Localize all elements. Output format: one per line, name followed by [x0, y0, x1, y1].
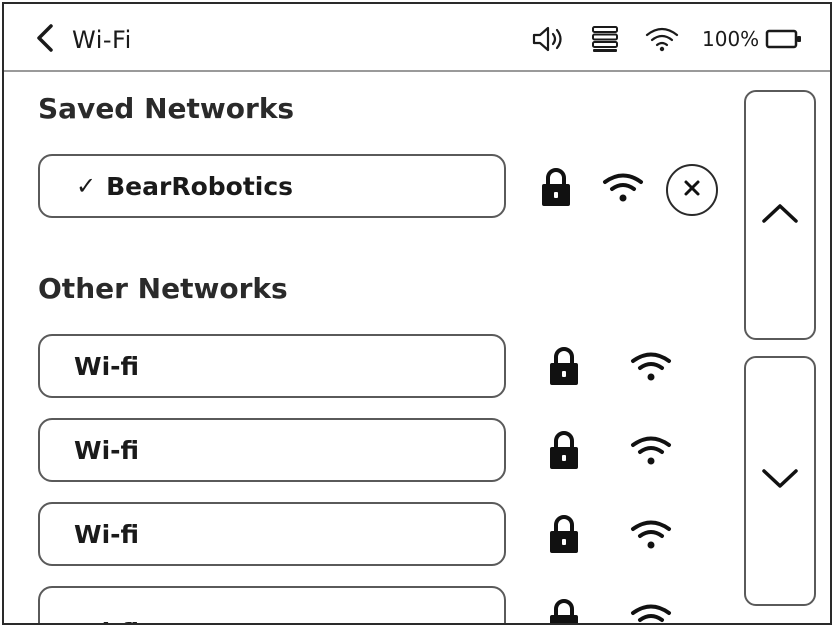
- speaker-icon: [530, 22, 566, 56]
- battery-icon: [765, 28, 803, 50]
- scroll-up-button[interactable]: [744, 90, 816, 340]
- lock-icon: [539, 166, 573, 212]
- network-name: Wi-fi: [74, 351, 140, 381]
- stack-icon: [590, 22, 620, 56]
- wifi-signal-icon: [601, 170, 645, 208]
- chevron-down-icon: [760, 467, 800, 495]
- wifi-signal-icon: [629, 601, 673, 623]
- lock-icon: [547, 513, 581, 559]
- network-name: Wi-fi: [74, 519, 140, 549]
- network-row[interactable]: Wi-fi: [38, 334, 506, 398]
- wifi-signal-icon: [629, 433, 673, 471]
- wifi-icon: [644, 22, 680, 56]
- lock-icon: [547, 429, 581, 475]
- wifi-signal-icon: [629, 517, 673, 555]
- page-title: Wi-Fi: [72, 26, 132, 54]
- battery-percent: 100%: [702, 27, 760, 51]
- close-icon: [681, 177, 703, 203]
- lock-icon: [547, 597, 581, 623]
- header-bar: Wi-Fi 100%: [4, 4, 830, 72]
- network-row[interactable]: Wi-fi: [38, 418, 506, 482]
- chevron-left-icon: [34, 23, 56, 57]
- chevron-up-icon: [760, 201, 800, 229]
- wifi-signal-icon: [629, 349, 673, 387]
- network-row[interactable]: Wi-fi: [38, 502, 506, 566]
- check-icon: ✓: [76, 172, 97, 200]
- back-button[interactable]: Wi-Fi: [34, 20, 154, 60]
- lock-icon: [547, 345, 581, 391]
- forget-network-button[interactable]: [666, 164, 718, 216]
- saved-networks-heading: Saved Networks: [38, 92, 295, 125]
- network-name: Wi-fi: [74, 435, 140, 465]
- wifi-settings-screen: Wi-Fi 100% Saved Networks ✓ BearRobotics…: [2, 2, 832, 625]
- battery-status: 100%: [702, 22, 803, 56]
- other-networks-heading: Other Networks: [38, 272, 288, 305]
- network-row[interactable]: Wi-fi: [38, 586, 506, 624]
- scroll-down-button[interactable]: [744, 356, 816, 606]
- saved-network-row[interactable]: ✓ BearRobotics: [38, 154, 506, 218]
- network-name: BearRobotics: [106, 171, 294, 201]
- network-name: Wi-fi: [40, 590, 139, 624]
